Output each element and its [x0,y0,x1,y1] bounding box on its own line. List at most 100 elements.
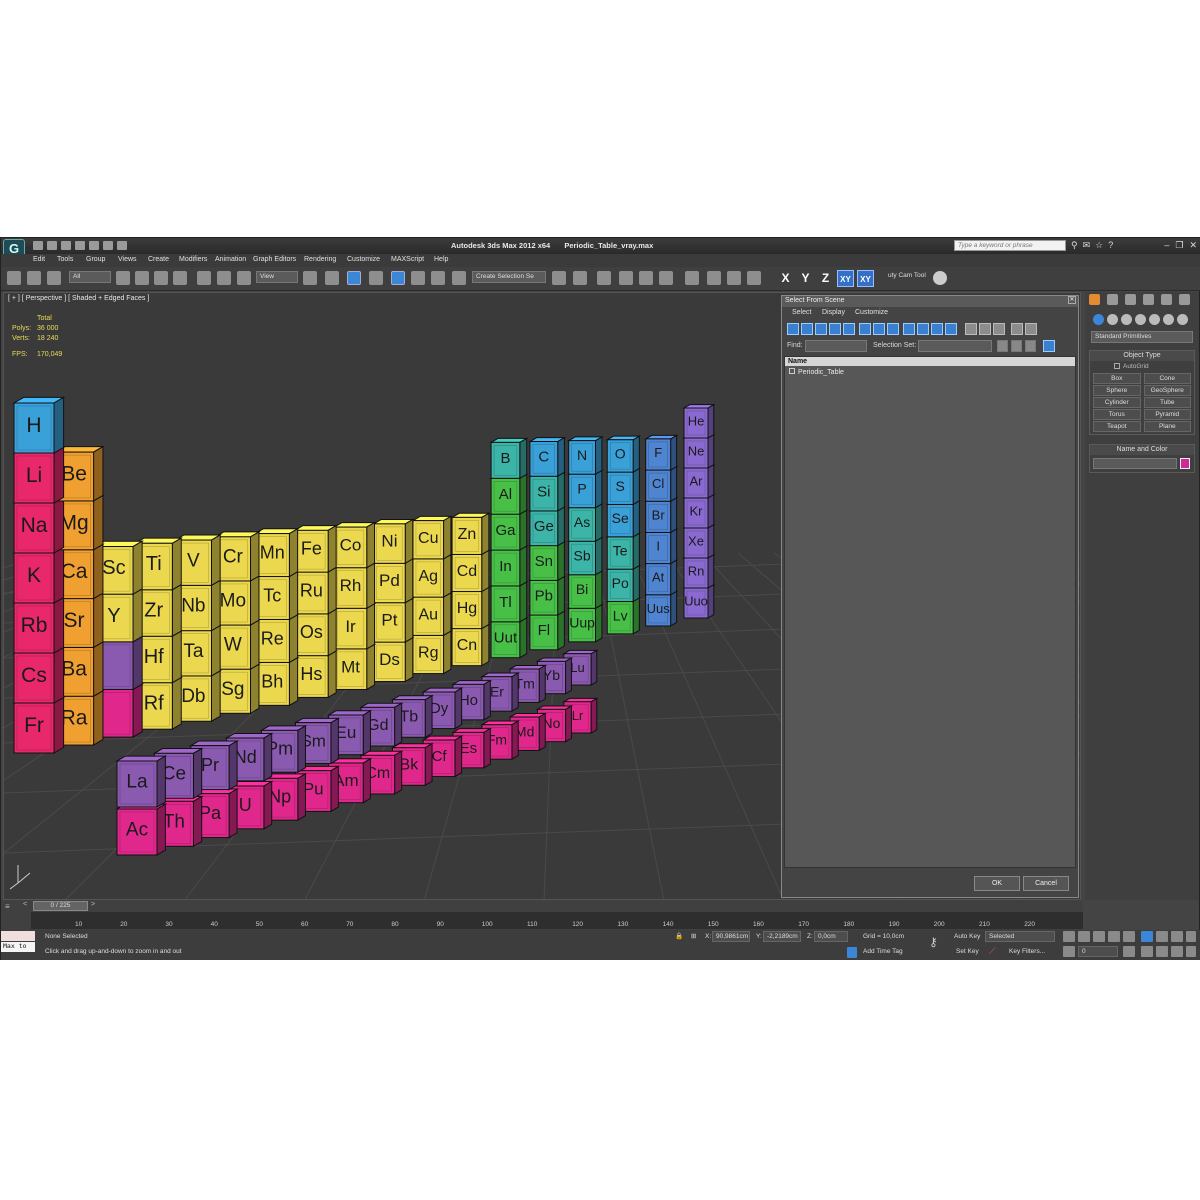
play-icon[interactable] [1093,931,1105,942]
box-button[interactable]: Box [1093,373,1141,384]
menu-customize[interactable]: Customize [347,256,380,263]
menu-create[interactable]: Create [148,256,169,263]
snaps-toggle-icon[interactable] [369,271,383,285]
menu-modifiers[interactable]: Modifiers [179,256,207,263]
redo-icon[interactable] [89,241,99,250]
rectangular-selection-icon[interactable] [154,271,168,285]
new-icon[interactable] [33,241,43,250]
help-search-input[interactable]: Type a keyword or phrase [954,240,1066,251]
name-and-color-title[interactable]: Name and Color [1090,445,1194,455]
maxscript-output[interactable] [1,931,35,941]
select-manipulate-icon[interactable] [325,271,339,285]
absolute-mode-icon[interactable]: ⊞ [691,932,696,940]
spinner-snap-icon[interactable] [431,271,445,285]
ok-button[interactable]: OK [974,876,1020,891]
time-slider[interactable]: 0 / 225 [33,901,88,911]
display-groups-icon[interactable] [873,323,885,335]
dialog-close-icon[interactable]: ✕ [1068,296,1076,304]
lock-icon[interactable]: 🔒 [675,932,683,940]
binoculars-icon[interactable]: ⚲ [1071,240,1078,251]
graphite-tools-icon[interactable] [619,271,633,285]
communication-icon[interactable]: ✉ [1083,240,1091,251]
cylinder-button[interactable]: Cylinder [1093,397,1141,408]
time-tag-icon[interactable] [847,947,857,958]
edit-named-selection-icon[interactable] [452,271,466,285]
reference-coordinate-dropdown[interactable]: View [256,271,298,283]
mirror-icon[interactable] [552,271,566,285]
set-remove-icon[interactable] [1025,340,1036,352]
dialog-menu-select[interactable]: Select [792,309,811,316]
close-icon[interactable]: ✕ [1189,240,1197,251]
maximize-viewport-icon[interactable] [1186,946,1196,957]
orbit-icon[interactable] [1171,946,1183,957]
open-icon[interactable] [47,241,57,250]
axis-xy-button[interactable]: XY [837,270,854,287]
track-bar[interactable]: 10 20 30 40 50 60 70 80 90 100 110 120 130 140 150 160 1… [31,912,1083,929]
lights-icon[interactable] [1121,314,1132,325]
zoom-all-icon[interactable] [1156,931,1168,942]
zoom-extents-icon[interactable] [1171,931,1183,942]
teapot-button[interactable]: Teapot [1093,421,1141,432]
menu-help[interactable]: Help [434,256,448,263]
render-production-icon[interactable] [747,271,761,285]
skull-icon[interactable] [933,271,947,285]
space-warps-icon[interactable] [1163,314,1174,325]
link-icon[interactable] [7,271,21,285]
menu-tools[interactable]: Tools [57,256,73,263]
menu-edit[interactable]: Edit [33,256,45,263]
previous-frame-icon[interactable] [1078,931,1090,942]
key-mode-dropdown[interactable]: Selected [985,931,1055,942]
zoom-extents-all-icon[interactable] [1186,931,1196,942]
move-icon[interactable] [197,271,211,285]
minimize-icon[interactable]: – [1164,240,1169,251]
filter-options-icon[interactable] [1025,323,1037,335]
display-geometry-icon[interactable] [787,323,799,335]
undo-icon[interactable] [75,241,85,250]
display-cameras-icon[interactable] [829,323,841,335]
menu-rendering[interactable]: Rendering [304,256,336,263]
cam-tool-label[interactable]: uty Cam Tool [885,271,931,283]
sphere-button[interactable]: Sphere [1093,385,1141,396]
selection-filter-dropdown[interactable]: All [69,271,111,283]
select-by-name-icon[interactable] [135,271,149,285]
cameras-icon[interactable] [1135,314,1146,325]
key-icon[interactable]: ⚷ [929,935,938,949]
slider-next-icon[interactable]: > [91,901,95,908]
maxscript-listener[interactable]: Max to [1,942,35,952]
time-config-icon[interactable] [1123,946,1135,957]
display-xrefs-icon[interactable] [887,323,899,335]
render-setup-icon[interactable] [707,271,721,285]
dialog-menu-customize[interactable]: Customize [855,309,888,316]
key-mode-toggle-icon[interactable] [1063,946,1075,957]
display-helpers-icon[interactable] [843,323,855,335]
shapes-icon[interactable] [1107,314,1118,325]
scale-icon[interactable] [237,271,251,285]
sync-selection-icon[interactable] [1043,340,1055,352]
angle-snap-icon[interactable] [391,271,405,285]
display-frozen-icon[interactable] [931,323,943,335]
z-coordinate-field[interactable]: 0,0cm [814,931,848,942]
auto-key-button[interactable]: Auto Key [954,933,980,940]
systems-icon[interactable] [1177,314,1188,325]
percent-snap-icon[interactable] [411,271,425,285]
restore-icon[interactable]: ❐ [1175,240,1183,251]
set-select-icon[interactable] [997,340,1008,352]
next-frame-icon[interactable] [1108,931,1120,942]
axis-y-button[interactable]: Y [797,270,814,287]
menu-views[interactable]: Views [118,256,137,263]
axis-z-button[interactable]: Z [817,270,834,287]
motion-tab-icon[interactable] [1143,294,1154,305]
set-key-button[interactable]: Set Key [956,948,979,955]
menu-graph-editors[interactable]: Graph Editors [253,256,296,263]
menu-group[interactable]: Group [86,256,105,263]
set-add-icon[interactable] [1011,340,1022,352]
geosphere-button[interactable]: GeoSphere [1143,385,1191,396]
align-icon[interactable] [573,271,587,285]
mini-curve-toggle-icon[interactable]: ≡ [5,902,10,911]
help-icon[interactable]: ? [1108,240,1113,251]
bind-space-warp-icon[interactable] [47,271,61,285]
save-icon[interactable] [61,241,71,250]
hold-icon[interactable] [103,241,113,250]
y-coordinate-field[interactable]: -2,2189cm [763,931,801,942]
plane-button[interactable]: Plane [1143,421,1191,432]
